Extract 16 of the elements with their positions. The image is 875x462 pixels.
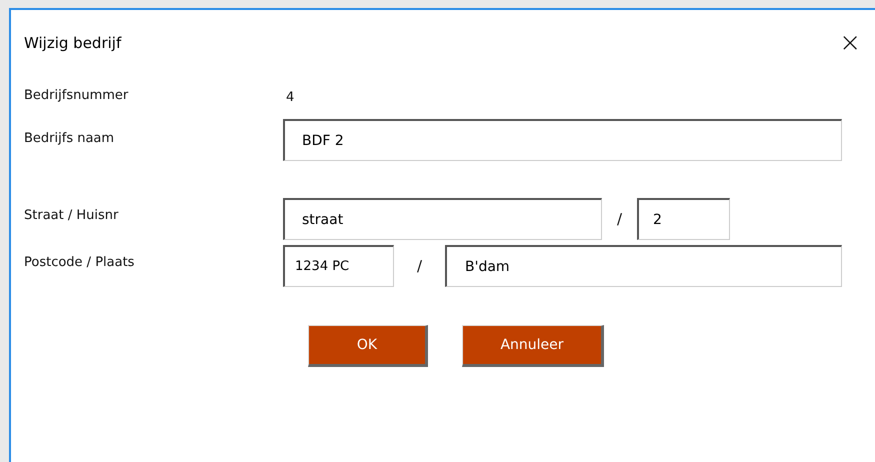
separator-text: / (616, 209, 624, 228)
dialog-button[interactable]: Annuleer (462, 325, 604, 367)
input-field[interactable]: BDF 2 (283, 119, 842, 161)
input-field[interactable]: B'dam (445, 245, 842, 287)
field-label: Postcode / Plaats (24, 254, 136, 270)
field-value: 4 (285, 90, 294, 104)
close-button[interactable]: × (835, 28, 865, 58)
separator-text: / (416, 256, 424, 275)
field-label: Bedrijfsnummer (24, 88, 130, 102)
window-title: Wijzig bedrijf (24, 34, 122, 52)
input-field[interactable]: 1234 PC (283, 245, 394, 287)
field-label: Straat / Huisnr (24, 207, 120, 223)
input-field[interactable]: 2 (637, 198, 730, 240)
field-label: Bedrijfs naam (24, 130, 116, 146)
input-field[interactable]: straat (283, 198, 602, 240)
dialog-button[interactable]: OK (308, 325, 428, 367)
